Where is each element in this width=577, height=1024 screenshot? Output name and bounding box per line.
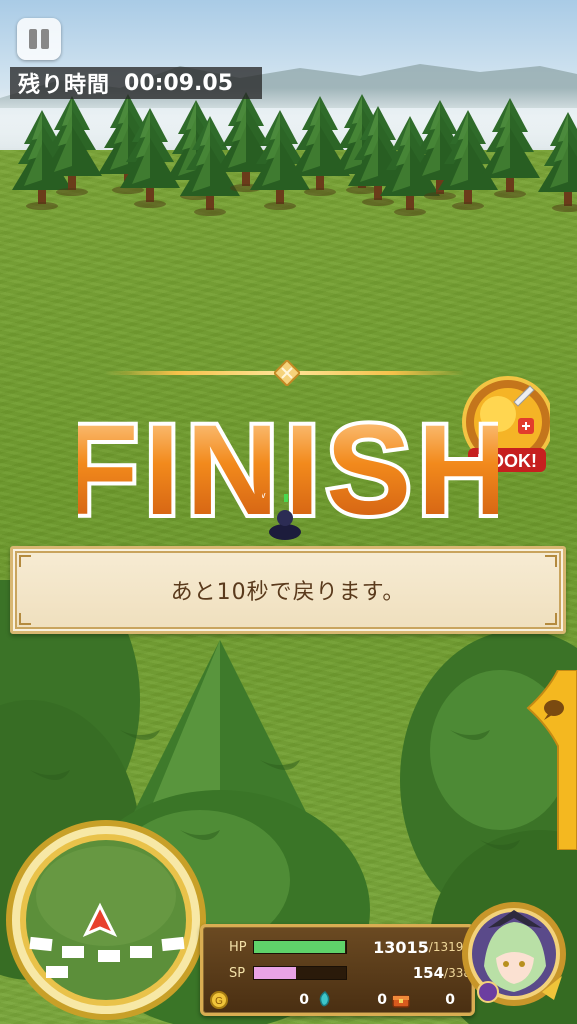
remaining-time-display: 残り時間 00:09.05 <box>10 67 262 99</box>
sp-row: SP 154 /338 <box>229 963 471 983</box>
status-panel: HP 13015 /13192 SP 154 /338 G 0 0 0 <box>200 924 475 1016</box>
treasure-chest-icon <box>392 995 410 1008</box>
sp-gauge <box>253 966 347 980</box>
svg-text:Lv: Lv <box>262 490 266 500</box>
hp-row: HP 13015 /13192 <box>229 937 471 957</box>
crystal-counter: 0 <box>315 990 391 1010</box>
chest-value: 0 <box>445 992 455 1008</box>
sp-current: 154 <box>412 964 445 982</box>
hp-label: HP <box>229 939 247 955</box>
gold-coin-icon: G <box>210 991 228 1009</box>
resource-counters: G 0 0 0 <box>209 989 467 1011</box>
gold-value: 0 <box>299 992 309 1008</box>
character-portrait[interactable] <box>458 896 570 1020</box>
pause-button[interactable] <box>17 18 61 60</box>
timer-value: 00:09.05 <box>124 70 234 96</box>
ornament-icon <box>274 360 300 386</box>
message-dialog: あと10秒で戻ります。 <box>10 546 566 634</box>
message-text: あと10秒で戻ります。 <box>170 580 406 605</box>
svg-text:G: G <box>215 996 223 1007</box>
crystal-value: 0 <box>377 992 387 1008</box>
player-character: Lv <box>262 490 301 540</box>
gold-counter: G 0 <box>209 990 315 1010</box>
chest-counter: 0 <box>391 990 461 1010</box>
side-menu-tab[interactable] <box>518 670 577 850</box>
crystal-icon <box>319 991 330 1007</box>
hp-gauge <box>253 940 347 954</box>
distant-trees <box>12 92 577 216</box>
hp-current: 13015 <box>373 937 429 957</box>
sp-label: SP <box>229 965 246 981</box>
minimap[interactable] <box>2 816 210 1024</box>
timer-label: 残り時間 <box>18 73 111 98</box>
